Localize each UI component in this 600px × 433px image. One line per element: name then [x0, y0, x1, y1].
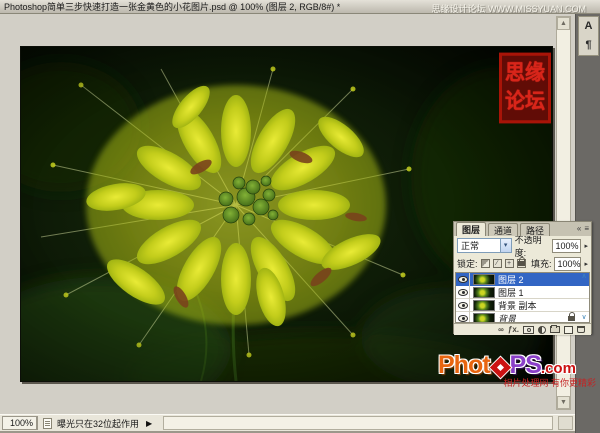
status-expand-icon[interactable]: ▶: [146, 419, 152, 428]
tab-channels[interactable]: 通道: [488, 223, 518, 236]
list-scroll-down-icon[interactable]: ∨: [581, 314, 586, 322]
opacity-value[interactable]: 100%: [552, 239, 581, 253]
status-message: 曝光只在32位起作用: [57, 417, 139, 430]
delete-layer-button[interactable]: [577, 325, 585, 335]
layer-row-2[interactable]: 图层 2: [456, 273, 589, 286]
logo-diamond-o-icon: [489, 357, 510, 378]
fill-value[interactable]: 100%: [554, 257, 581, 271]
status-bar: 100% 曝光只在32位起作用 ▶: [0, 414, 575, 433]
layer-name[interactable]: 背景 副本: [498, 299, 537, 312]
lock-all-icon[interactable]: [517, 259, 526, 268]
layer-name[interactable]: 背景: [498, 312, 516, 324]
background-lock-icon: [568, 313, 575, 323]
layer-row-background[interactable]: 背景: [456, 312, 589, 323]
layer-name[interactable]: 图层 1: [498, 286, 524, 299]
lock-row: 锁定: ∕ + 填充: 100% ▸: [454, 255, 591, 272]
layer-style-button[interactable]: ƒx.: [508, 325, 519, 335]
eye-icon[interactable]: [458, 302, 468, 309]
layer-thumbnail[interactable]: [473, 313, 495, 324]
character-panel-icon[interactable]: A: [580, 19, 597, 34]
layer-thumbnail[interactable]: [473, 287, 495, 298]
layer-thumbnail[interactable]: [473, 300, 495, 311]
seal-line2: 论坛: [505, 88, 545, 116]
lock-transparency-icon[interactable]: [481, 259, 490, 268]
eye-icon[interactable]: [458, 315, 468, 322]
logo-word-com: .com: [541, 360, 576, 377]
scrollbar-corner: [558, 416, 573, 430]
chevron-down-icon[interactable]: ▾: [500, 239, 511, 252]
new-layer-button[interactable]: [564, 325, 573, 335]
layer-name[interactable]: 图层 2: [498, 273, 524, 286]
horizontal-scrollbar[interactable]: [163, 416, 553, 430]
visibility-cell[interactable]: [456, 299, 470, 312]
fill-spinner-icon[interactable]: ▸: [584, 260, 588, 268]
lock-label: 锁定:: [457, 257, 478, 270]
opacity-spinner-icon[interactable]: ▸: [584, 242, 588, 250]
eye-icon[interactable]: [458, 276, 468, 283]
list-scroll-up-icon[interactable]: ∧: [581, 273, 586, 281]
seal-line1: 思缘: [505, 60, 545, 88]
tab-paths[interactable]: 路径: [520, 223, 550, 236]
seal-stamp: 思缘 论坛: [499, 53, 551, 124]
logo-tagline: 相片处理网 有你更精彩: [438, 379, 598, 388]
new-group-button[interactable]: [550, 325, 560, 335]
blend-mode-value: 正常: [458, 239, 500, 252]
blend-mode-select[interactable]: 正常 ▾: [457, 238, 512, 253]
layer-list: 图层 2 图层 1 背景 副本 背景 ∧ ∨: [455, 272, 590, 323]
photops-logo: Phot PS.com 相片处理网 有你更精彩: [438, 353, 598, 388]
forum-watermark: 思缘设计论坛 WWW.MISSYUAN.COM: [432, 2, 587, 15]
document-info-icon: [43, 418, 52, 429]
scroll-down-arrow-icon[interactable]: ▼: [557, 396, 570, 409]
scroll-up-arrow-icon[interactable]: ▲: [557, 17, 570, 30]
zoom-level-input[interactable]: 100%: [2, 416, 38, 430]
layer-row-1[interactable]: 图层 1: [456, 286, 589, 299]
panel-menu-icon[interactable]: ≡: [584, 224, 589, 233]
layers-panel: 图层 通道 路径 « ≡ 正常 ▾ 不透明度: 100% ▸ 锁定: ∕ + 填…: [453, 221, 592, 334]
eye-icon[interactable]: [458, 289, 468, 296]
layer-row-bg-copy[interactable]: 背景 副本: [456, 299, 589, 312]
link-layers-button[interactable]: ∞: [498, 325, 504, 335]
lock-position-icon[interactable]: +: [505, 259, 514, 268]
layers-panel-button-bar: ∞ ƒx.: [454, 323, 591, 335]
panel-collapse-icon[interactable]: «: [577, 224, 581, 233]
paragraph-panel-icon[interactable]: ¶: [580, 38, 597, 53]
tab-layers[interactable]: 图层: [456, 222, 486, 236]
vertical-scrollbar[interactable]: ▲ ▼: [556, 16, 571, 410]
logo-word-phot: Phot: [438, 351, 490, 379]
visibility-cell[interactable]: [456, 273, 470, 286]
window-title: Photoshop简单三步快速打造一张金黄色的小花图片.psd @ 100% (…: [4, 0, 340, 13]
lock-pixels-brush-icon[interactable]: ∕: [493, 259, 502, 268]
fill-label: 填充:: [531, 257, 552, 270]
visibility-cell[interactable]: [456, 286, 470, 299]
layer-mask-button[interactable]: [523, 325, 534, 335]
title-bar: Photoshop简单三步快速打造一张金黄色的小花图片.psd @ 100% (…: [0, 0, 600, 14]
panel-tab-bar: 图层 通道 路径 « ≡: [454, 222, 591, 236]
adjustment-layer-button[interactable]: [538, 325, 546, 335]
logo-word-ps: PS: [510, 351, 541, 379]
dock-panel-buttons: A ¶: [578, 16, 599, 56]
layer-thumbnail[interactable]: [473, 274, 495, 285]
layer-list-scrollbar[interactable]: ∧ ∨: [579, 273, 589, 322]
blend-mode-row: 正常 ▾ 不透明度: 100% ▸: [454, 236, 591, 255]
visibility-cell[interactable]: [456, 312, 470, 324]
